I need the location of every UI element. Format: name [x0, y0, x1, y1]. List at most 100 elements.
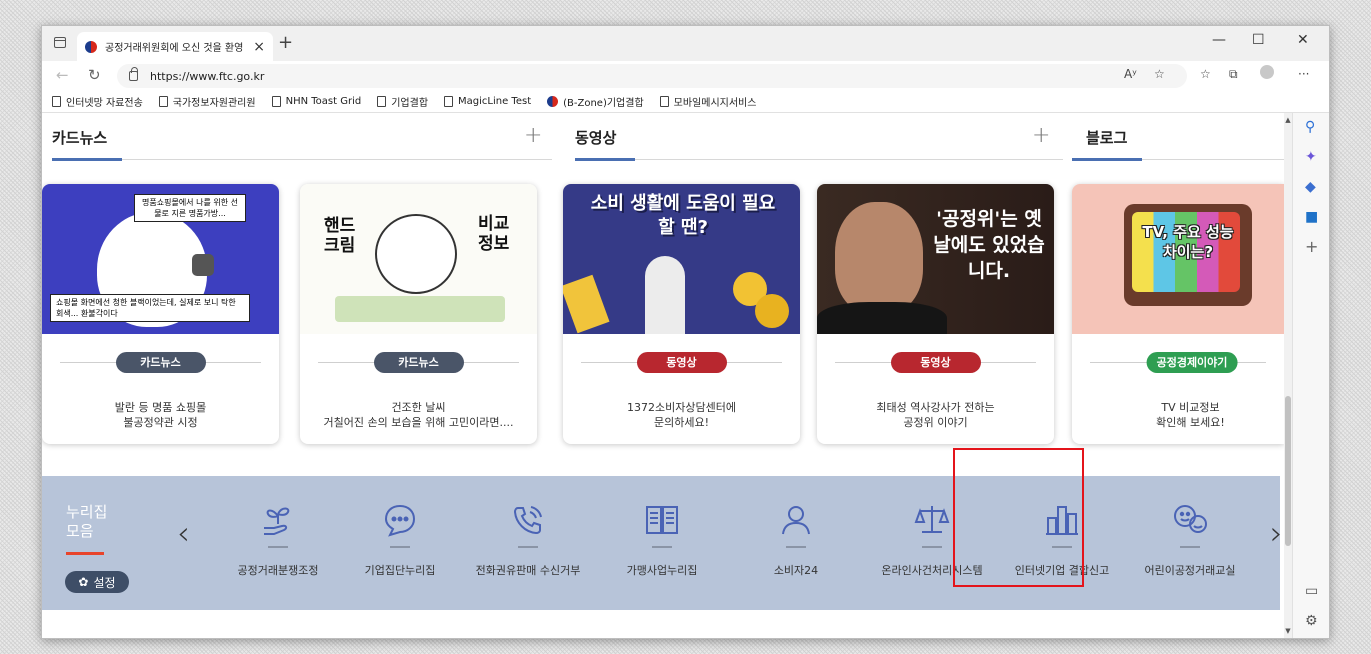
person-icon: [782, 506, 810, 535]
close-window-button[interactable]: ✕: [1297, 32, 1309, 48]
divider: [1052, 546, 1072, 548]
products-illustration: [335, 296, 505, 322]
nuri-item-label: 공정거래분쟁조정: [237, 564, 319, 577]
profile-avatar[interactable]: [1260, 65, 1274, 79]
collections-icon[interactable]: ⧉: [1229, 67, 1238, 82]
category-badge: 공정경제이야기: [1146, 352, 1238, 373]
sidebar-settings-icon[interactable]: ⚙: [1305, 613, 1318, 629]
office-icon[interactable]: ◆: [1305, 179, 1316, 195]
category-badge: 카드뉴스: [373, 352, 464, 373]
phone-icon: [513, 506, 542, 535]
section-title-video[interactable]: 동영상: [575, 127, 616, 148]
plant-hand-icon: [264, 507, 290, 535]
nuri-item-group[interactable]: 기업집단누리집: [336, 492, 464, 606]
section-title-blog[interactable]: 블로그: [1086, 127, 1127, 148]
address-bar[interactable]: https://www.ftc.go.kr: [117, 64, 1187, 88]
copilot-icon[interactable]: ✦: [1305, 149, 1317, 165]
scroll-down-icon[interactable]: ▼: [1284, 627, 1292, 635]
outlook-icon[interactable]: ■: [1305, 209, 1318, 225]
add-sidebar-icon[interactable]: +: [1305, 237, 1318, 256]
thumbnail-caption: 쇼핑몰 화면에선 청한 블랙이었는데, 실제로 보니 탁한 회색... 환불각이…: [50, 294, 250, 322]
mascot-illustration: [375, 214, 457, 294]
divider: [390, 546, 410, 548]
card-thumbnail: 명품쇼핑몰에서 나를 위한 선물로 지른 명품가방... 쇼핑몰 화면에선 청한…: [42, 184, 279, 334]
refresh-icon[interactable]: ↻: [88, 66, 101, 84]
nuri-item-internet-merger[interactable]: 인터넷기업 결합신고: [998, 492, 1126, 606]
edge-sidebar: ⚲ ✦ ◆ ■ + ▭ ⚙: [1292, 113, 1329, 638]
title-bar: 공정거래위원회에 오신 것을 환영 × + — ☐ ✕: [42, 26, 1329, 61]
ftc-favicon-icon: [85, 40, 97, 53]
address-toolbar: ← ↻ https://www.ftc.go.kr Aʸ ☆ ☆ ⧉ ···: [42, 61, 1329, 91]
bookmark-item[interactable]: 인터넷망 자료전송: [52, 94, 143, 109]
bookmark-item[interactable]: 국가정보자원관리원: [158, 94, 256, 109]
card-news-item[interactable]: 핸드 크림 비교 정보 카드뉴스 건조한 날씨 거칠어진 손의 보습을 위해 고민…: [300, 184, 537, 444]
bookmark-item[interactable]: MagicLine Test: [444, 96, 531, 107]
minimize-button[interactable]: —: [1212, 32, 1226, 48]
new-tab-button[interactable]: +: [278, 32, 293, 53]
nuri-item-label: 가맹사업누리집: [626, 564, 698, 577]
lock-icon: [129, 67, 138, 81]
ftc-favicon-icon: [547, 96, 559, 107]
bookmark-item[interactable]: 모바일메시지서비스: [659, 94, 756, 109]
divider: [518, 546, 538, 548]
favorite-star-icon[interactable]: ☆: [1154, 67, 1165, 81]
prev-arrow-icon[interactable]: ‹: [177, 514, 190, 552]
page-scrollbar[interactable]: ▲ ▼: [1284, 113, 1292, 638]
next-arrow-icon[interactable]: ›: [1270, 514, 1283, 552]
basket-illustration: [563, 274, 610, 334]
thumbnail-caption: 비교 정보: [478, 214, 510, 254]
section-underline: [575, 158, 635, 161]
page-icon: [158, 96, 168, 107]
nuri-item-phone[interactable]: 전화권유판매 수신거부: [464, 492, 592, 606]
divider: [268, 546, 288, 548]
gear-icon: ✿: [78, 575, 89, 589]
more-menu-icon[interactable]: ···: [1298, 67, 1309, 81]
section-underline: [52, 158, 122, 161]
scroll-up-icon[interactable]: ▲: [1284, 116, 1292, 124]
nuri-item-online-case[interactable]: 온라인사건처리시스템: [868, 492, 996, 606]
bookmark-item[interactable]: NHN Toast Grid: [271, 96, 361, 107]
divider: [1180, 546, 1200, 548]
person-illustration: [645, 256, 685, 334]
thumbnail-caption: 명품쇼핑몰에서 나를 위한 선물로 지른 명품가방...: [134, 194, 246, 222]
divider: [575, 159, 1063, 160]
video-item[interactable]: '공정위'는 옛날에도 있었습니다. 동영상 최태성 역사강사가 전하는 공정위 …: [817, 184, 1054, 444]
url-text: https://www.ftc.go.kr: [150, 69, 265, 83]
card-thumbnail: TV, 주요 성능 차이는?: [1072, 184, 1284, 334]
bookmark-item[interactable]: (B-Zone)기업결합: [547, 94, 644, 109]
read-aloud-icon[interactable]: Aʸ: [1124, 67, 1137, 81]
card-news-item[interactable]: 명품쇼핑몰에서 나를 위한 선물로 지른 명품가방... 쇼핑몰 화면에선 청한…: [42, 184, 279, 444]
browser-tab[interactable]: 공정거래위원회에 오신 것을 환영 ×: [77, 32, 273, 61]
page-icon: [659, 96, 669, 107]
tab-actions-icon[interactable]: [54, 37, 66, 48]
more-video-button[interactable]: +: [1032, 123, 1050, 148]
sidebar-toggle-icon[interactable]: ▭: [1305, 583, 1318, 599]
video-item[interactable]: 소비 생활에 도움이 필요할 땐? 동영상 1372소비자상담센터에 문의하세요!: [563, 184, 800, 444]
nuri-item-consumer24[interactable]: 소비자24: [732, 492, 860, 606]
site-collection-bar: 누리집모음 ✿설정 ‹ › 공정거래분쟁조정 기업집단누리집 전화권유판매: [42, 476, 1283, 610]
bookmark-item[interactable]: 기업결합: [377, 94, 428, 109]
bookmarks-bar: 인터넷망 자료전송 국가정보자원관리원 NHN Toast Grid 기업결합 …: [42, 91, 1329, 113]
maximize-button[interactable]: ☐: [1252, 32, 1265, 48]
scroll-thumb[interactable]: [1285, 396, 1291, 546]
search-icon[interactable]: ⚲: [1305, 119, 1315, 135]
card-description: 최태성 역사강사가 전하는 공정위 이야기: [876, 401, 995, 429]
back-icon[interactable]: ←: [56, 66, 69, 84]
tab-close-icon[interactable]: ×: [253, 39, 265, 55]
blog-item[interactable]: TV, 주요 성능 차이는? 공정경제이야기 TV 비교정보 확인해 보세요!: [1072, 184, 1284, 444]
nuri-item-label: 어린이공정거래교실: [1144, 564, 1236, 577]
section-underline: [1072, 158, 1142, 161]
nuri-item-kids[interactable]: 어린이공정거래교실: [1126, 492, 1254, 606]
nuri-item-dispute[interactable]: 공정거래분쟁조정: [214, 492, 342, 606]
category-badge: 카드뉴스: [115, 352, 206, 373]
scale-icon: [914, 506, 950, 533]
browser-window: 공정거래위원회에 오신 것을 환영 × + — ☐ ✕ ← ↻ https://…: [41, 25, 1330, 639]
card-thumbnail: 소비 생활에 도움이 필요할 땐?: [563, 184, 800, 334]
category-badge: 동영상: [890, 352, 981, 373]
divider: [652, 546, 672, 548]
settings-button[interactable]: ✿ 설정: [65, 571, 129, 593]
favorites-icon[interactable]: ☆: [1200, 67, 1211, 81]
more-card-news-button[interactable]: +: [524, 123, 542, 148]
section-title-card-news[interactable]: 카드뉴스: [52, 127, 107, 148]
nuri-item-franchise[interactable]: 가맹사업누리집: [598, 492, 726, 606]
